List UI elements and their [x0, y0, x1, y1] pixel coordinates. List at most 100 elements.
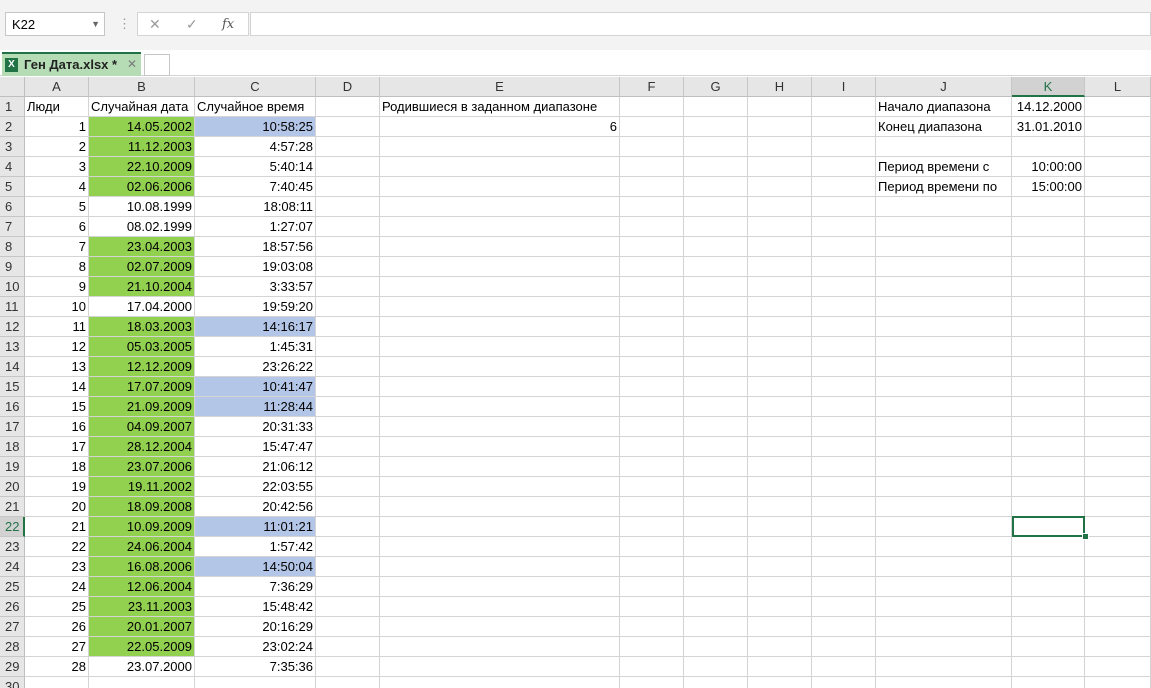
cell-b13[interactable]: 05.03.2005: [89, 337, 195, 357]
cell-f27[interactable]: [620, 617, 684, 637]
cell-c21[interactable]: 20:42:56: [195, 497, 316, 517]
cell-e19[interactable]: [380, 457, 620, 477]
cell-i12[interactable]: [812, 317, 876, 337]
cell-l30[interactable]: [1085, 677, 1151, 688]
cell-d27[interactable]: [316, 617, 380, 637]
cell-d26[interactable]: [316, 597, 380, 617]
cell-i8[interactable]: [812, 237, 876, 257]
cell-b19[interactable]: 23.07.2006: [89, 457, 195, 477]
cell-i2[interactable]: [812, 117, 876, 137]
cell-e23[interactable]: [380, 537, 620, 557]
cell-f9[interactable]: [620, 257, 684, 277]
cell-d24[interactable]: [316, 557, 380, 577]
cell-h18[interactable]: [748, 437, 812, 457]
cell-i26[interactable]: [812, 597, 876, 617]
column-header-e[interactable]: E: [380, 77, 620, 97]
cell-j12[interactable]: [876, 317, 1012, 337]
row-header-14[interactable]: 14: [0, 357, 25, 377]
cell-b9[interactable]: 02.07.2009: [89, 257, 195, 277]
cell-d9[interactable]: [316, 257, 380, 277]
column-header-k[interactable]: K: [1012, 77, 1085, 97]
cell-g20[interactable]: [684, 477, 748, 497]
cancel-icon[interactable]: ✕: [149, 16, 161, 33]
cell-h29[interactable]: [748, 657, 812, 677]
cell-j24[interactable]: [876, 557, 1012, 577]
cell-g2[interactable]: [684, 117, 748, 137]
cell-l29[interactable]: [1085, 657, 1151, 677]
cell-f16[interactable]: [620, 397, 684, 417]
cell-j21[interactable]: [876, 497, 1012, 517]
cell-a11[interactable]: 10: [25, 297, 89, 317]
cell-d5[interactable]: [316, 177, 380, 197]
cell-b14[interactable]: 12.12.2009: [89, 357, 195, 377]
cell-g6[interactable]: [684, 197, 748, 217]
cell-a8[interactable]: 7: [25, 237, 89, 257]
cell-b2[interactable]: 14.05.2002: [89, 117, 195, 137]
cell-c13[interactable]: 1:45:31: [195, 337, 316, 357]
cell-c5[interactable]: 7:40:45: [195, 177, 316, 197]
cell-b16[interactable]: 21.09.2009: [89, 397, 195, 417]
cell-h24[interactable]: [748, 557, 812, 577]
cell-c6[interactable]: 18:08:11: [195, 197, 316, 217]
cell-a23[interactable]: 22: [25, 537, 89, 557]
cell-f25[interactable]: [620, 577, 684, 597]
cell-k24[interactable]: [1012, 557, 1085, 577]
cell-a2[interactable]: 1: [25, 117, 89, 137]
cell-l6[interactable]: [1085, 197, 1151, 217]
cell-h3[interactable]: [748, 137, 812, 157]
cell-d13[interactable]: [316, 337, 380, 357]
cell-j19[interactable]: [876, 457, 1012, 477]
cell-i18[interactable]: [812, 437, 876, 457]
cell-b29[interactable]: 23.07.2000: [89, 657, 195, 677]
cell-j30[interactable]: [876, 677, 1012, 688]
cell-a7[interactable]: 6: [25, 217, 89, 237]
cell-f7[interactable]: [620, 217, 684, 237]
cell-k11[interactable]: [1012, 297, 1085, 317]
workbook-tab[interactable]: X Ген Дата.xlsx * ✕: [2, 52, 141, 76]
cell-j8[interactable]: [876, 237, 1012, 257]
cell-d1[interactable]: [316, 97, 380, 117]
cell-d22[interactable]: [316, 517, 380, 537]
cell-g21[interactable]: [684, 497, 748, 517]
cell-i3[interactable]: [812, 137, 876, 157]
cell-h4[interactable]: [748, 157, 812, 177]
cell-h28[interactable]: [748, 637, 812, 657]
cell-j25[interactable]: [876, 577, 1012, 597]
row-header-10[interactable]: 10: [0, 277, 25, 297]
row-header-6[interactable]: 6: [0, 197, 25, 217]
cell-j14[interactable]: [876, 357, 1012, 377]
cell-l23[interactable]: [1085, 537, 1151, 557]
cell-a26[interactable]: 25: [25, 597, 89, 617]
cell-k19[interactable]: [1012, 457, 1085, 477]
row-header-30[interactable]: 30: [0, 677, 25, 688]
cell-k4[interactable]: 10:00:00: [1012, 157, 1085, 177]
column-header-l[interactable]: L: [1085, 77, 1151, 97]
cell-a1[interactable]: Люди: [25, 97, 89, 117]
cell-c20[interactable]: 22:03:55: [195, 477, 316, 497]
column-header-b[interactable]: B: [89, 77, 195, 97]
cell-l9[interactable]: [1085, 257, 1151, 277]
cell-b26[interactable]: 23.11.2003: [89, 597, 195, 617]
cell-i22[interactable]: [812, 517, 876, 537]
cell-k23[interactable]: [1012, 537, 1085, 557]
row-header-27[interactable]: 27: [0, 617, 25, 637]
cell-e29[interactable]: [380, 657, 620, 677]
cell-h9[interactable]: [748, 257, 812, 277]
cell-d15[interactable]: [316, 377, 380, 397]
cell-g24[interactable]: [684, 557, 748, 577]
cell-f21[interactable]: [620, 497, 684, 517]
cell-d17[interactable]: [316, 417, 380, 437]
cell-d30[interactable]: [316, 677, 380, 688]
cell-k20[interactable]: [1012, 477, 1085, 497]
cell-e12[interactable]: [380, 317, 620, 337]
cell-c28[interactable]: 23:02:24: [195, 637, 316, 657]
cell-b10[interactable]: 21.10.2004: [89, 277, 195, 297]
cell-l26[interactable]: [1085, 597, 1151, 617]
cell-l4[interactable]: [1085, 157, 1151, 177]
cell-a21[interactable]: 20: [25, 497, 89, 517]
cell-b15[interactable]: 17.07.2009: [89, 377, 195, 397]
cell-g10[interactable]: [684, 277, 748, 297]
cell-f23[interactable]: [620, 537, 684, 557]
row-header-19[interactable]: 19: [0, 457, 25, 477]
row-header-11[interactable]: 11: [0, 297, 25, 317]
